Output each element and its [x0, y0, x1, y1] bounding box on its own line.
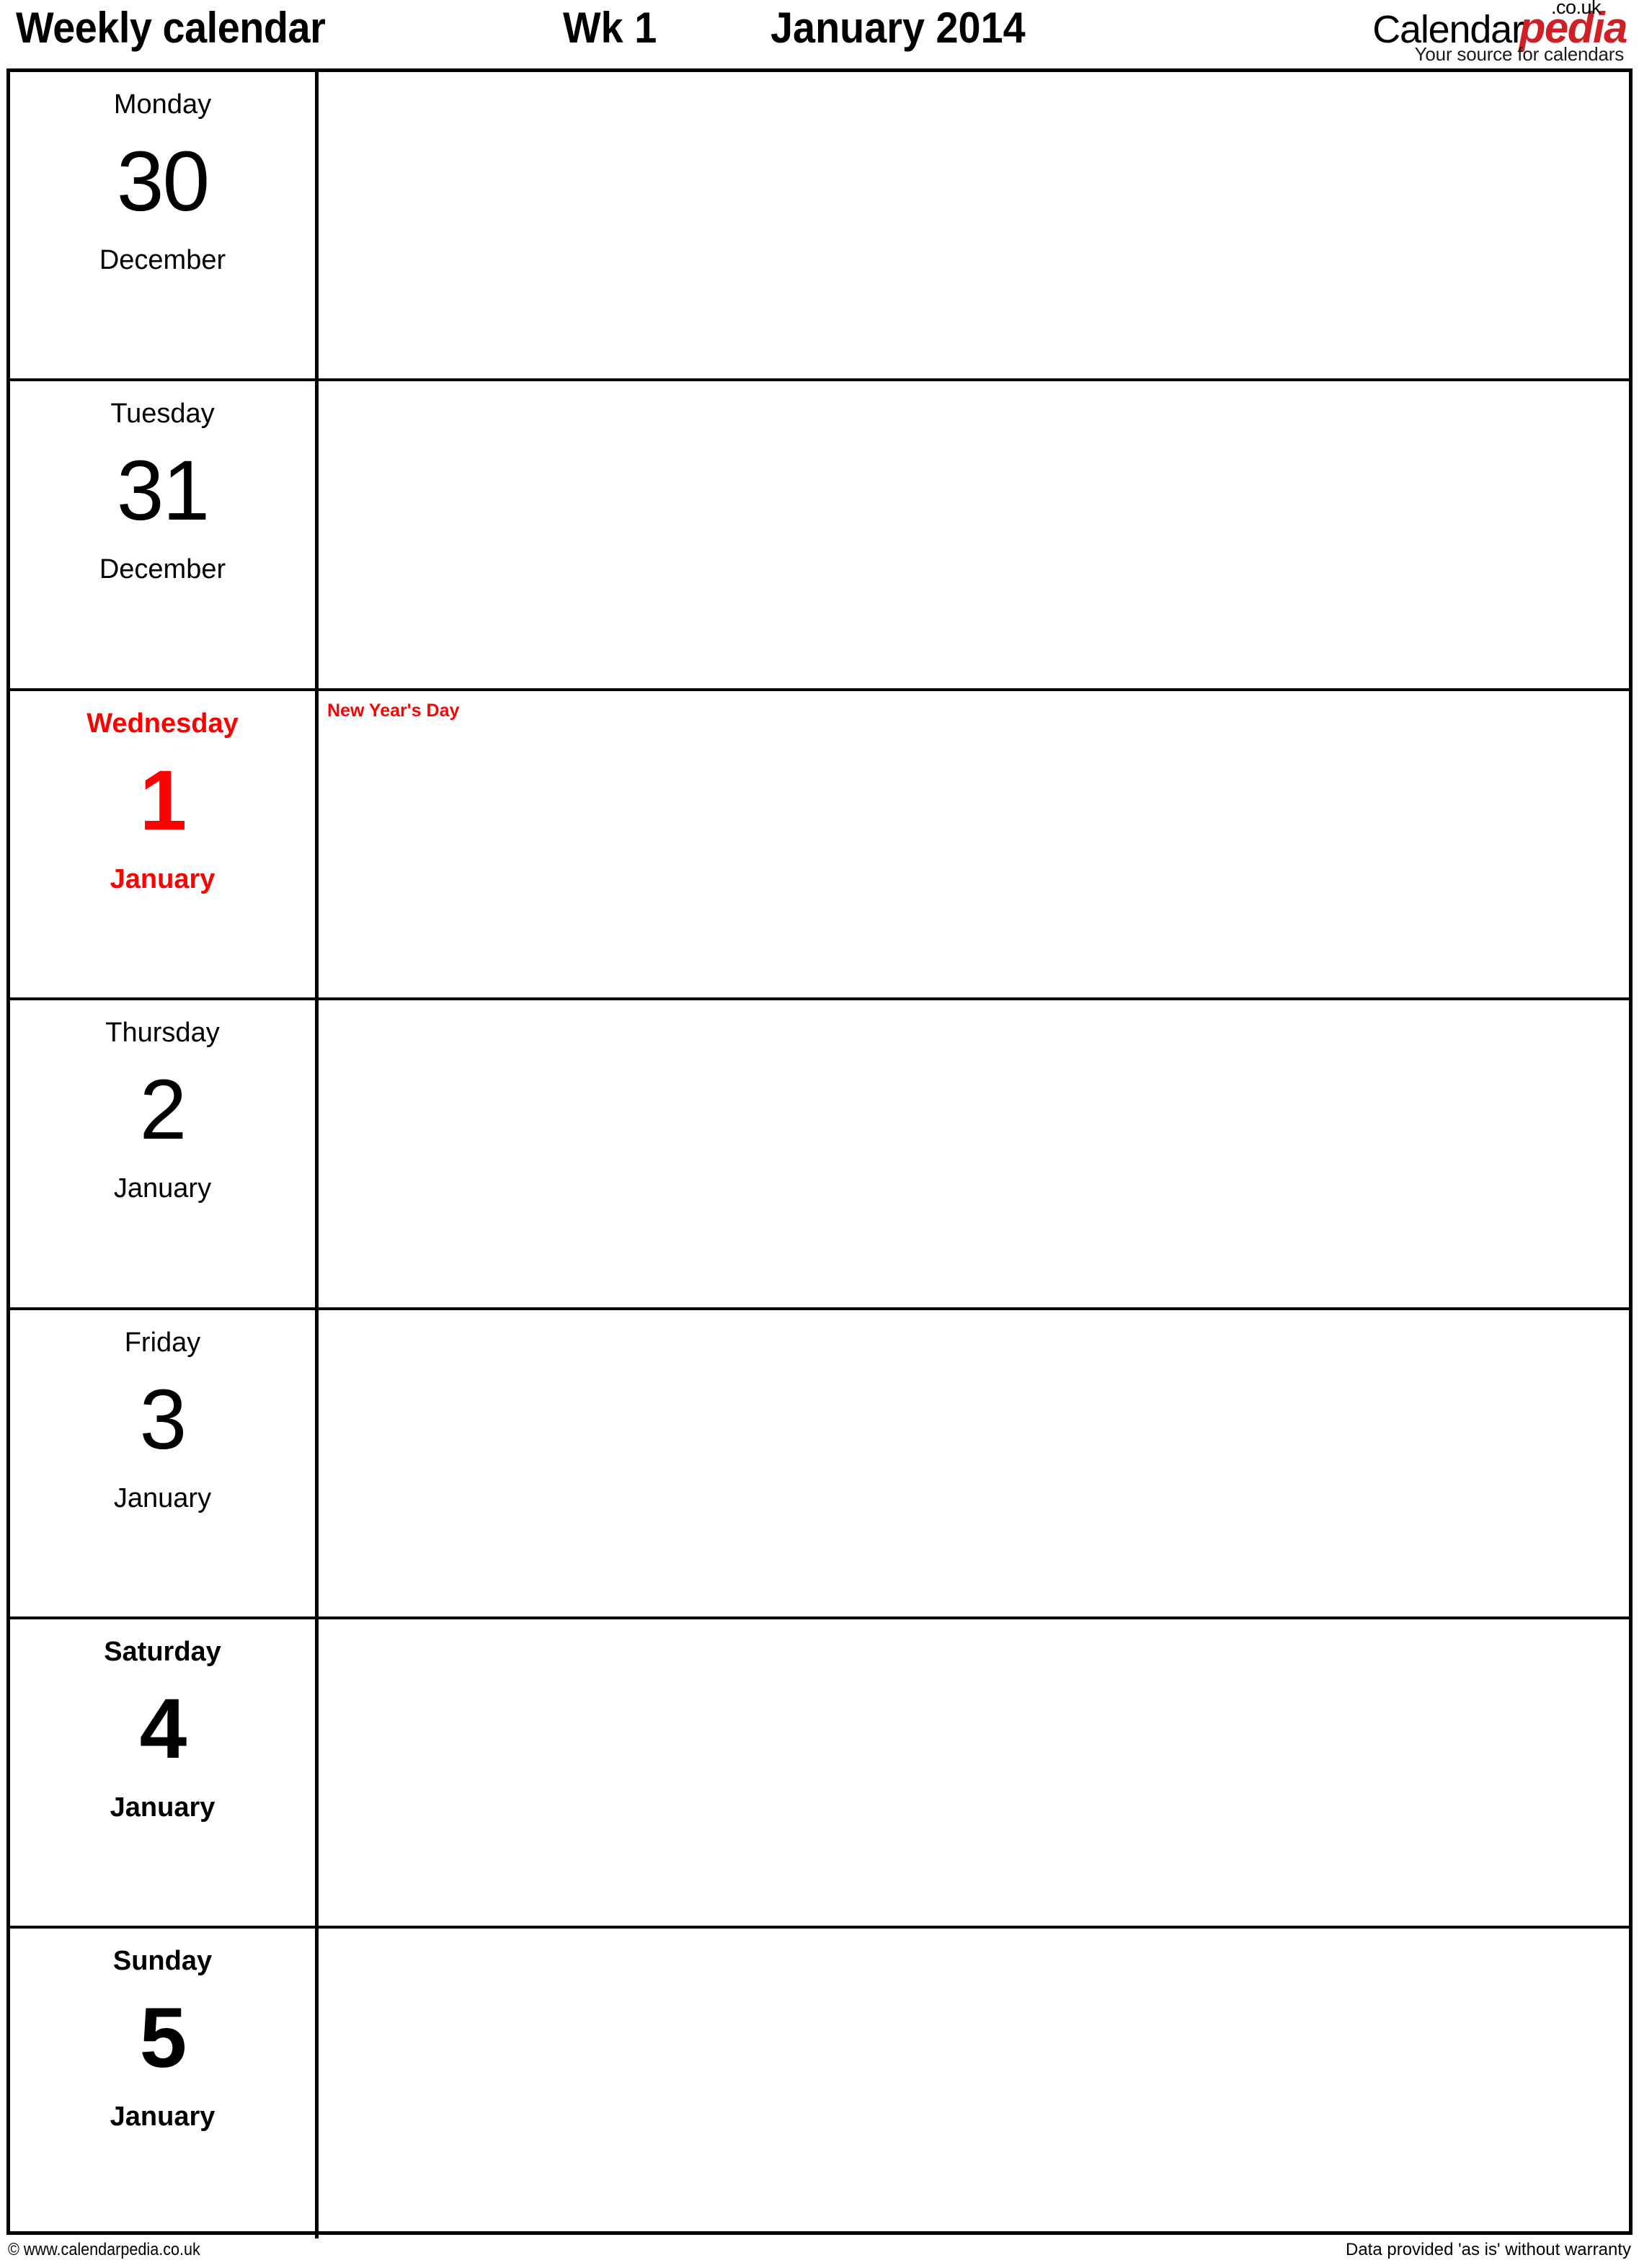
week-number-label: Wk 1 [563, 4, 657, 52]
weekday-name: Thursday [105, 1018, 220, 1049]
month-name: January [113, 1482, 212, 1513]
month-name: January [110, 863, 216, 894]
day-row-tuesday: Tuesday 31 December [10, 381, 1629, 691]
weekday-name: Sunday [112, 1946, 213, 1977]
weekly-calendar-page: Weekly calendar Wk 1 January 2014 Calend… [0, 0, 1639, 2268]
calendarpedia-logo: Calendarpedia .co.uk Your source for cal… [1266, 0, 1627, 66]
weekday-name: Friday [124, 1327, 201, 1358]
day-label-cell: Monday 30 December [10, 72, 319, 379]
day-notes-cell[interactable]: New Year's Day [319, 691, 1629, 997]
day-notes-cell[interactable] [319, 1619, 1629, 1926]
day-note: New Year's Day [327, 700, 460, 721]
day-label-cell: Friday 3 January [10, 1309, 319, 1616]
month-name: January [110, 1792, 216, 1823]
day-number: 4 [139, 1681, 187, 1776]
weekday-name: Saturday [104, 1636, 221, 1667]
day-row-wednesday: Wednesday 1 January New Year's Day [10, 690, 1629, 1001]
month-year-label: January 2014 [770, 4, 1026, 52]
day-row-sunday: Sunday 5 January [10, 1929, 1629, 2238]
day-row-monday: Monday 30 December [10, 72, 1629, 382]
day-number: 30 [116, 134, 210, 229]
day-number: 31 [116, 443, 210, 539]
day-row-thursday: Thursday 2 January [10, 1000, 1629, 1310]
day-row-saturday: Saturday 4 January [10, 1619, 1629, 1929]
logo-domain-suffix: .co.uk [1550, 0, 1602, 18]
day-number: 3 [139, 1371, 187, 1467]
page-footer: © www.calendarpedia.co.uk Data provided … [6, 2235, 1633, 2265]
day-label-cell: Thursday 2 January [10, 1000, 319, 1307]
day-notes-cell[interactable] [319, 1000, 1629, 1307]
day-notes-cell[interactable] [319, 1310, 1629, 1616]
day-row-friday: Friday 3 January [10, 1309, 1629, 1619]
day-notes-cell[interactable] [319, 381, 1629, 688]
weekday-name: Wednesday [86, 708, 239, 739]
copyright-text: © www.calendarpedia.co.uk [8, 2240, 200, 2259]
calendar-grid: Monday 30 December Tuesday 31 December W… [6, 68, 1633, 2238]
disclaimer-text: Data provided 'as is' without warranty [1345, 2240, 1631, 2259]
weekday-name: Monday [113, 89, 212, 120]
month-name: January [113, 1173, 212, 1204]
day-number: 1 [139, 752, 187, 848]
day-notes-cell[interactable] [319, 1929, 1629, 2238]
day-number: 2 [139, 1062, 187, 1158]
month-name: January [110, 2102, 216, 2133]
weekday-name: Tuesday [110, 399, 215, 430]
day-number: 5 [139, 1991, 187, 2086]
page-title: Weekly calendar [16, 4, 326, 52]
day-label-cell: Sunday 5 January [10, 1929, 319, 2238]
day-label-cell: Saturday 4 January [10, 1619, 319, 1926]
month-name: December [99, 245, 226, 275]
day-label-cell: Wednesday 1 January [10, 690, 319, 998]
page-header: Weekly calendar Wk 1 January 2014 Calend… [6, 0, 1633, 68]
month-name: December [99, 554, 226, 585]
day-label-cell: Tuesday 31 December [10, 381, 319, 688]
day-notes-cell[interactable] [319, 72, 1629, 378]
logo-tagline: Your source for calendars [1414, 43, 1625, 65]
